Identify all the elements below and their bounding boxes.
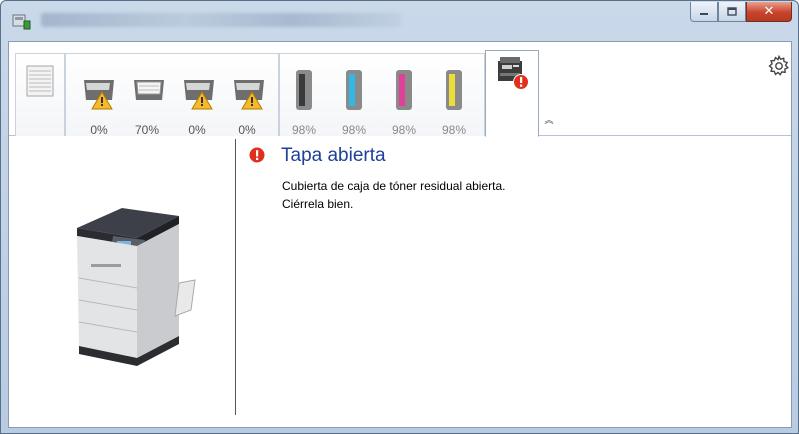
close-button[interactable]: ✕ xyxy=(746,2,792,22)
error-icon xyxy=(249,147,265,163)
status-detail-line-2: Ciérrela bien. xyxy=(282,197,354,211)
toner-black-level: 98% xyxy=(291,123,317,137)
maximize-icon xyxy=(727,6,737,16)
tab-trays[interactable]: 0% 70% 0% 0% xyxy=(65,53,279,137)
gear-icon[interactable] xyxy=(767,54,791,78)
pane-divider xyxy=(235,139,236,415)
paper-tray-warning-icon xyxy=(184,80,214,110)
toner-yellow-level: 98% xyxy=(441,123,467,137)
maximize-button[interactable] xyxy=(718,2,746,22)
paper-tray-icon xyxy=(134,80,164,100)
tab-device-status[interactable] xyxy=(485,50,539,137)
minimize-icon xyxy=(700,12,708,15)
paper-stack-icon xyxy=(26,65,54,97)
device-image-pane xyxy=(9,137,235,427)
collapse-tabs-button[interactable]: ︽ xyxy=(542,116,556,126)
device-error-icon xyxy=(498,57,529,90)
tab-paper[interactable] xyxy=(15,53,65,136)
tray-1 xyxy=(82,70,116,110)
tray-2-level: 70% xyxy=(134,123,160,137)
toner-cyan-level: 98% xyxy=(341,123,367,137)
printer-illustration xyxy=(77,208,196,366)
status-title: Tapa abierta xyxy=(281,145,386,166)
tray-4 xyxy=(232,70,266,110)
minimize-button[interactable] xyxy=(690,2,718,22)
paper-tray-warning-icon xyxy=(84,80,114,110)
device-tab-strip: 0% 70% 0% 0% 98% 98% 98% 98% ︽ xyxy=(9,42,791,137)
toner-yellow-icon xyxy=(446,70,462,110)
printer-status-icon xyxy=(12,14,31,30)
toner-magenta-level: 98% xyxy=(391,123,417,137)
toner-black-icon xyxy=(296,70,312,110)
tray-1-level: 0% xyxy=(90,123,108,137)
tray-2 xyxy=(132,70,166,110)
title-bar[interactable]: ✕ xyxy=(1,1,798,41)
paper-tray-warning-icon xyxy=(234,80,264,110)
status-detail-line-1: Cubierta de caja de tóner residual abier… xyxy=(282,179,506,193)
tray-3-level: 0% xyxy=(188,123,206,137)
chevron-up-icon: ︽ xyxy=(544,116,554,126)
window-title xyxy=(41,13,401,27)
tray-4-level: 0% xyxy=(238,123,256,137)
toner-magenta-icon xyxy=(396,70,412,110)
status-monitor-window: ✕ 0% 70% 0% 0% 98% 98% 98% 98% ︽ Tapa ab… xyxy=(0,0,799,434)
tab-toner[interactable]: 98% 98% 98% 98% xyxy=(279,53,485,137)
status-panel: 0% 70% 0% 0% 98% 98% 98% 98% ︽ Tapa abie… xyxy=(8,41,792,428)
toner-cyan-icon xyxy=(346,70,362,110)
close-icon: ✕ xyxy=(763,4,775,19)
tray-3 xyxy=(182,70,216,110)
